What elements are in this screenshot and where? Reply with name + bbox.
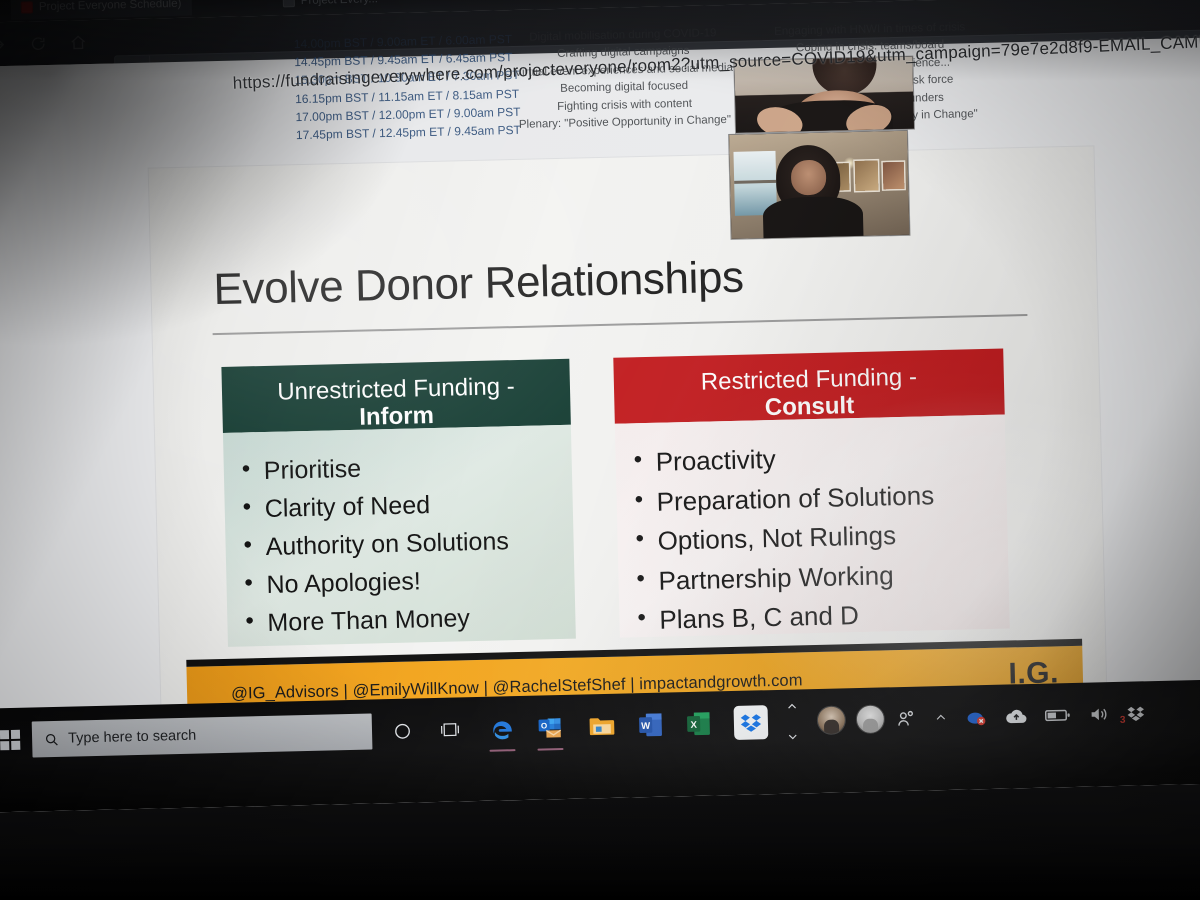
slide-title: Evolve Donor Relationships [212, 252, 745, 315]
unrestricted-funding-card: Unrestricted Funding - Inform Prioritise… [221, 358, 576, 647]
title-underline [212, 313, 1028, 336]
task-view-icon[interactable] [434, 713, 467, 746]
tab-title: Project Everyone Schedule) [38, 0, 182, 13]
chevron-up-icon[interactable] [775, 695, 808, 718]
search-placeholder: Type here to search [67, 727, 197, 747]
system-tray: 3 [817, 699, 1163, 735]
schedule-time: 17.45pm BST / 12.45pm ET / 9.45am PST [295, 123, 522, 143]
svg-text:X: X [690, 720, 697, 731]
refresh-icon[interactable] [21, 27, 54, 60]
battery-icon[interactable] [1044, 708, 1071, 723]
card-body: Proactivity Preparation of Solutions Opt… [614, 414, 1010, 641]
my-people-avatar-1[interactable] [817, 706, 846, 735]
dropbox-icon[interactable] [733, 705, 769, 740]
laptop-screen-photo: DELL 🔈 Project Everyone Schedule) Projec… [0, 0, 1200, 900]
tab-title: Project Every... [301, 0, 378, 6]
browser-tab-active[interactable]: Project Everyone Schedule) [10, 0, 192, 20]
cortana-icon[interactable] [386, 714, 419, 747]
card-header: Unrestricted Funding - Inform [221, 358, 571, 433]
dropbox-badge-count: 3 [1119, 714, 1126, 726]
monitor-screen: 🔈 Project Everyone Schedule) Project Eve… [0, 0, 1200, 813]
session-title: Plenary: "Positive Opportunity in Change… [518, 114, 732, 132]
dropbox-tray-icon[interactable]: 3 [1120, 704, 1145, 725]
upload-cloud-icon[interactable] [1005, 707, 1028, 726]
onedrive-error-icon[interactable] [966, 708, 988, 727]
card-heading-line1: Restricted Funding - [700, 363, 918, 396]
card-heading-line1: Unrestricted Funding - [276, 373, 515, 406]
outlook-icon[interactable]: O [534, 711, 567, 744]
windows-start-icon[interactable] [0, 729, 21, 751]
word-icon[interactable]: W [634, 709, 667, 742]
home-icon[interactable] [61, 26, 94, 59]
edge-icon[interactable] [486, 712, 519, 745]
svg-text:O: O [540, 721, 546, 730]
chevron-down-icon[interactable] [776, 725, 809, 748]
card-body: Prioritise Clarity of Need Authority on … [222, 424, 576, 647]
bullet-list: Proactivity Preparation of Solutions Opt… [633, 435, 1000, 641]
search-input[interactable]: Type here to search [31, 713, 373, 758]
people-add-icon[interactable] [896, 709, 916, 727]
tab-favicon [282, 0, 295, 7]
forward-arrow-icon[interactable] [0, 28, 14, 61]
volume-icon[interactable] [1088, 705, 1110, 724]
tab-favicon [20, 0, 34, 14]
my-people-avatar-2[interactable] [856, 705, 885, 734]
speaker-video-bottom[interactable] [729, 130, 910, 239]
card-header: Restricted Funding - Consult [613, 348, 1005, 424]
excel-icon[interactable]: X [682, 707, 715, 740]
list-item: More Than Money [245, 597, 566, 643]
browser-tab-second[interactable]: Project Every... [273, 0, 389, 14]
restricted-funding-card: Restricted Funding - Consult Proactivity… [613, 348, 1010, 641]
svg-text:W: W [641, 721, 650, 732]
list-item: Plans B, C and D [637, 593, 1000, 641]
bullet-list: Prioritise Clarity of Need Authority on … [241, 445, 565, 642]
show-hidden-icons-chevron[interactable] [933, 711, 949, 724]
search-icon [44, 731, 59, 746]
presentation-slide: Evolve Donor Relationships Unrestricted … [148, 146, 1107, 729]
file-explorer-icon[interactable] [586, 710, 619, 743]
